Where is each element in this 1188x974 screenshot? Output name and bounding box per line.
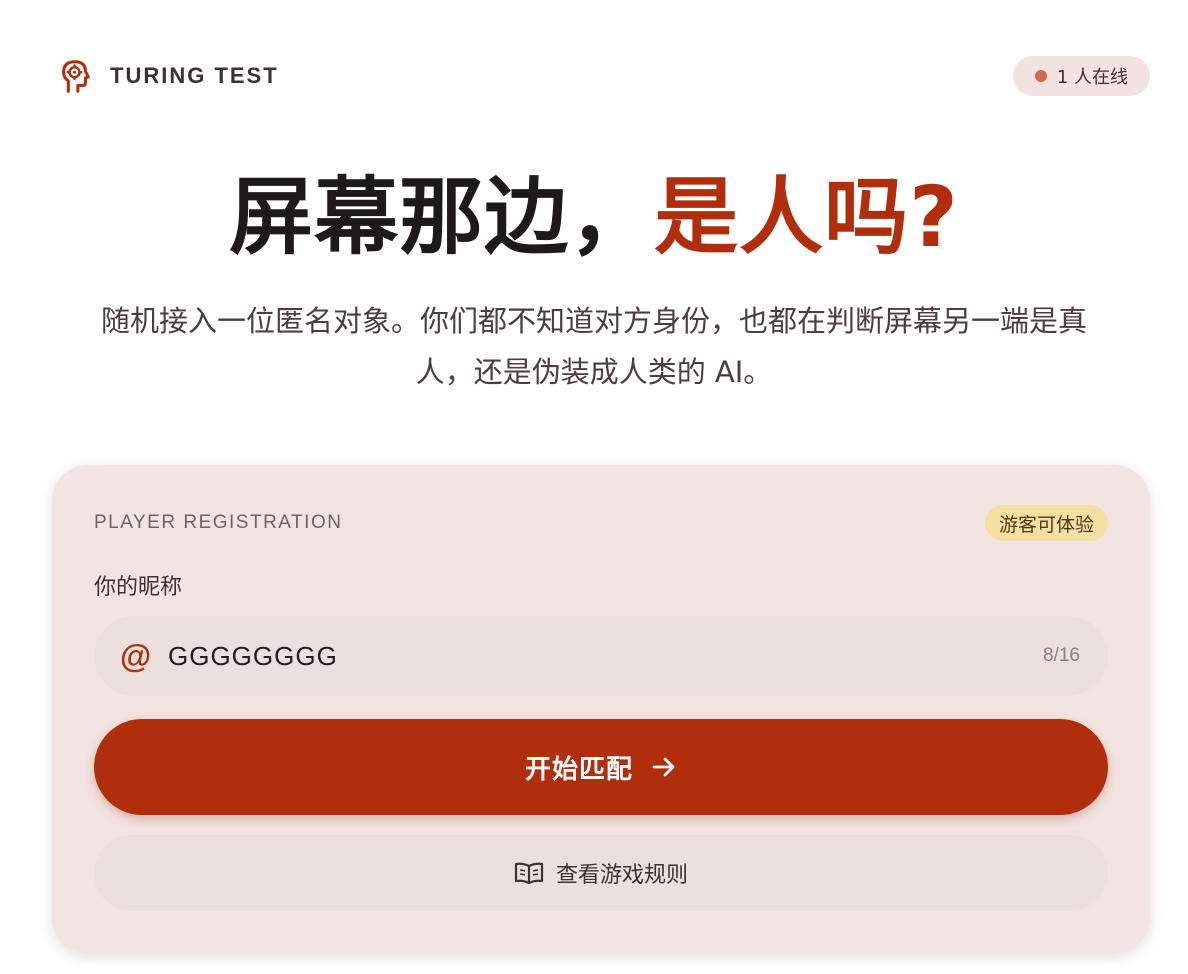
arrow-right-icon bbox=[652, 757, 675, 777]
page-description: 随机接入一位匿名对象。你们都不知道对方身份，也都在判断屏幕另一端是真人，还是伪装… bbox=[100, 304, 1087, 389]
book-icon bbox=[514, 862, 544, 885]
head-gear-icon bbox=[62, 60, 90, 93]
top-bar: TURING TEST 1 人在线 bbox=[0, 0, 1188, 150]
title-main: 屏幕那边， bbox=[229, 168, 655, 266]
char-counter: 8/16 bbox=[1043, 645, 1080, 666]
online-count: 1 人在线 bbox=[1056, 67, 1128, 88]
title-accent: 是人吗? bbox=[654, 168, 959, 266]
nickname-field[interactable]: @ GGGGGGGG 8/16 bbox=[94, 616, 1108, 696]
online-status-badge: 1 人在线 bbox=[1012, 56, 1150, 96]
page-title: 屏幕那边，是人吗? bbox=[0, 162, 1188, 272]
online-dot-icon bbox=[1034, 70, 1047, 82]
guest-badge: 游客可体验 bbox=[984, 505, 1108, 541]
nickname-label: 你的昵称 bbox=[94, 575, 183, 600]
section-label: PLAYER REGISTRATION bbox=[94, 512, 343, 533]
view-rules-button[interactable]: 查看游戏规则 bbox=[94, 835, 1108, 911]
nickname-input[interactable]: GGGGGGGG bbox=[168, 641, 1043, 672]
view-rules-label: 查看游戏规则 bbox=[555, 863, 688, 888]
registration-card: PLAYER REGISTRATION 游客可体验 你的昵称 @ GGGGGGG… bbox=[52, 465, 1150, 953]
brand[interactable]: TURING TEST bbox=[56, 56, 279, 96]
start-match-button[interactable]: 开始匹配 bbox=[94, 719, 1108, 815]
start-match-label: 开始匹配 bbox=[524, 754, 633, 785]
at-icon: @ bbox=[120, 637, 152, 674]
brand-name: TURING TEST bbox=[110, 63, 279, 88]
